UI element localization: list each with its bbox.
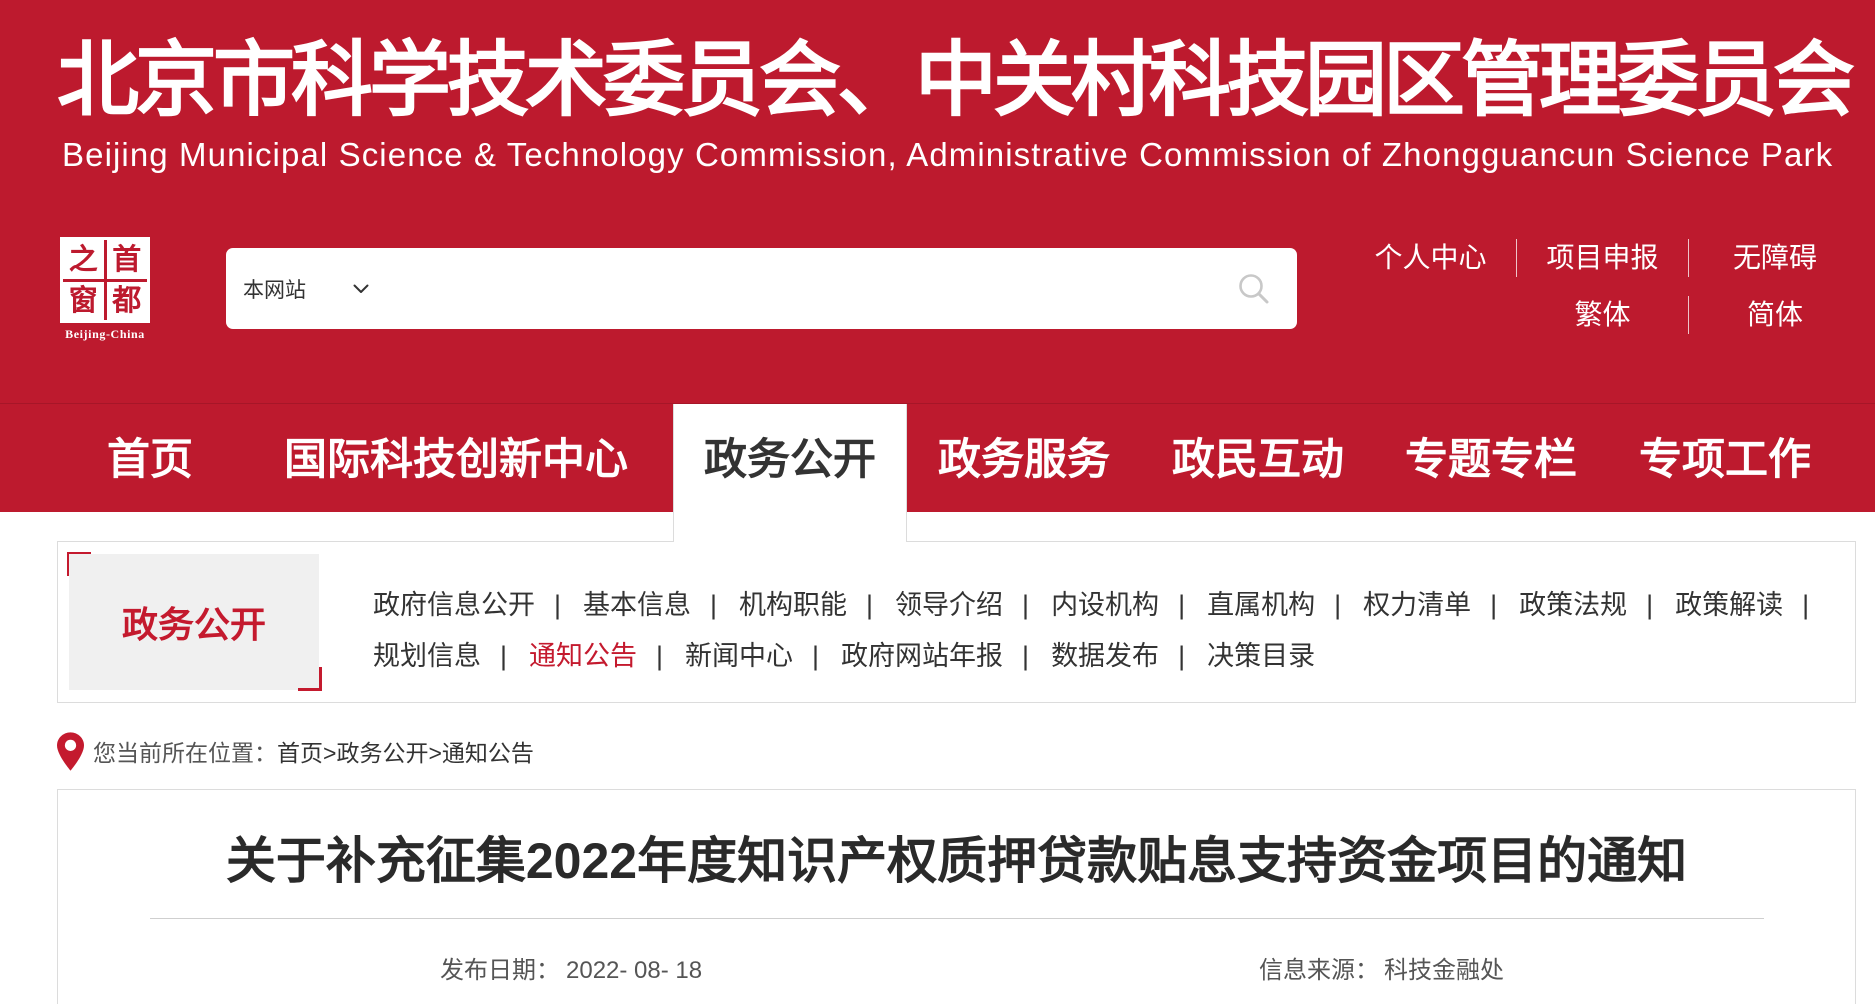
top-link-traditional-chinese[interactable]: 繁体 <box>1517 296 1689 334</box>
logo-caption: Beijing-China <box>65 327 145 341</box>
search-scope-select[interactable]: 本网站 <box>243 248 369 329</box>
article-panel: 关于补充征集2022年度知识产权质押贷款贴息支持资金项目的通知 发布日期： 202… <box>57 789 1856 1004</box>
link-separator: | <box>710 590 718 620</box>
sub-link[interactable]: 基本信息 <box>583 590 691 620</box>
info-source-label: 信息来源： <box>1259 957 1379 984</box>
info-source: 信息来源： 科技金融处 <box>1259 956 1504 986</box>
sub-nav-row: 政府信息公开 | 基本信息 | 机构职能 | 领导介绍 | 内设机构 | 直属机构 | 权力清单 | 政策法… <box>373 580 1831 631</box>
search-icon <box>1239 274 1269 304</box>
link-separator: | <box>1178 641 1186 671</box>
top-link-simplified-chinese[interactable]: 简体 <box>1689 296 1861 334</box>
sub-link[interactable]: 决策目录 <box>1207 641 1315 671</box>
nav-item-innovation-center[interactable]: 国际科技创新中心 <box>270 404 642 512</box>
link-separator: | <box>1490 590 1498 620</box>
link-separator: | <box>1802 590 1810 620</box>
publish-date: 发布日期： 2022- 08- 18 <box>440 956 702 986</box>
sub-link[interactable]: 规划信息 <box>373 641 481 671</box>
nav-item-government-affairs[interactable]: 政务公开 <box>673 404 907 542</box>
sub-link[interactable]: 政府网站年报 <box>841 641 1003 671</box>
nav-item-home[interactable]: 首页 <box>60 404 240 512</box>
search-scope-label: 本网站 <box>243 278 306 302</box>
breadcrumb: 您当前所在位置：首页>政务公开>通知公告 <box>93 738 534 768</box>
sub-nav-panel: 政务公开 政府信息公开 | 基本信息 | 机构职能 | 领导介绍 | 内设机构 | 直属机构 | 权力清… <box>57 541 1856 703</box>
sub-nav-row: 规划信息 | 通知公告 | 新闻中心 | 政府网站年报 | 数据发布 | 决策目录 <box>373 631 1831 682</box>
link-separator: | <box>866 590 874 620</box>
nav-item-special-topics[interactable]: 专题专栏 <box>1374 404 1608 512</box>
corner-bracket <box>298 667 322 691</box>
top-link-personal-center[interactable]: 个人中心 <box>1345 239 1517 277</box>
link-separator: | <box>500 641 508 671</box>
sub-link[interactable]: 权力清单 <box>1363 590 1471 620</box>
search-button[interactable] <box>1235 270 1272 307</box>
breadcrumb-separator: > <box>323 740 337 766</box>
publish-date-label: 发布日期： <box>440 957 560 984</box>
link-separator: | <box>554 590 562 620</box>
top-link-accessibility[interactable]: 无障碍 <box>1689 239 1861 277</box>
link-separator: | <box>1022 590 1030 620</box>
link-separator: | <box>656 641 664 671</box>
article-title: 关于补充征集2022年度知识产权质押贷款贴息支持资金项目的通知 <box>225 833 1688 889</box>
location-pin-icon <box>57 732 84 771</box>
logo-char: 都 <box>106 281 147 320</box>
nav-item-special-work[interactable]: 专项工作 <box>1608 404 1842 512</box>
link-separator: | <box>1022 641 1030 671</box>
sub-link[interactable]: 政策解读 <box>1675 590 1783 620</box>
info-source-value: 科技金融处 <box>1384 957 1504 984</box>
breadcrumb-separator: > <box>428 740 442 766</box>
search-bar: 本网站 <box>226 248 1297 329</box>
breadcrumb-home[interactable]: 首页 <box>277 740 323 766</box>
site-title: 北京市科学技术委员会、中关村科技园区管理委员会 <box>57 36 1855 126</box>
nav-item-government-services[interactable]: 政务服务 <box>907 404 1141 512</box>
sub-link[interactable]: 直属机构 <box>1207 590 1315 620</box>
capital-window-logo[interactable]: 之 首 窗 都 <box>60 237 150 323</box>
logo-char: 窗 <box>63 281 104 320</box>
publish-date-value: 2022- 08- 18 <box>566 957 703 984</box>
search-input[interactable] <box>416 248 1216 329</box>
sub-link[interactable]: 政策法规 <box>1519 590 1627 620</box>
sub-nav-links: 政府信息公开 | 基本信息 | 机构职能 | 领导介绍 | 内设机构 | 直属机构 | 权力清单 | 政策法… <box>373 580 1831 682</box>
sub-link[interactable]: 数据发布 <box>1051 641 1159 671</box>
top-links: 个人中心 项目申报 无障碍 繁体 简体 <box>1345 239 1861 334</box>
site-header: 北京市科学技术委员会、中关村科技园区管理委员会 Beijing Municipa… <box>0 0 1875 404</box>
link-separator: | <box>1178 590 1186 620</box>
nav-item-interaction[interactable]: 政民互动 <box>1141 404 1375 512</box>
logo-char: 之 <box>63 240 104 279</box>
breadcrumb-label: 您当前所在位置： <box>93 740 277 766</box>
breadcrumb-notices[interactable]: 通知公告 <box>442 740 534 766</box>
sub-link[interactable]: 机构职能 <box>739 590 847 620</box>
site-title-english: Beijing Municipal Science & Technology C… <box>62 136 1834 173</box>
logo-char: 首 <box>106 240 147 279</box>
top-link-project-application[interactable]: 项目申报 <box>1517 239 1689 277</box>
chevron-down-icon <box>353 284 369 293</box>
sub-link-notices[interactable]: 通知公告 <box>529 641 637 671</box>
title-divider <box>150 918 1764 919</box>
link-separator: | <box>812 641 820 671</box>
section-title: 政务公开 <box>69 554 319 690</box>
sub-link[interactable]: 领导介绍 <box>895 590 1003 620</box>
sub-link[interactable]: 新闻中心 <box>685 641 793 671</box>
sub-link[interactable]: 内设机构 <box>1051 590 1159 620</box>
link-separator: | <box>1646 590 1654 620</box>
link-separator: | <box>1334 590 1342 620</box>
main-nav: 首页 国际科技创新中心 政务公开 政务服务 政民互动 专题专栏 专项工作 <box>0 403 1875 542</box>
sub-link[interactable]: 政府信息公开 <box>373 590 535 620</box>
breadcrumb-government-affairs[interactable]: 政务公开 <box>336 740 428 766</box>
